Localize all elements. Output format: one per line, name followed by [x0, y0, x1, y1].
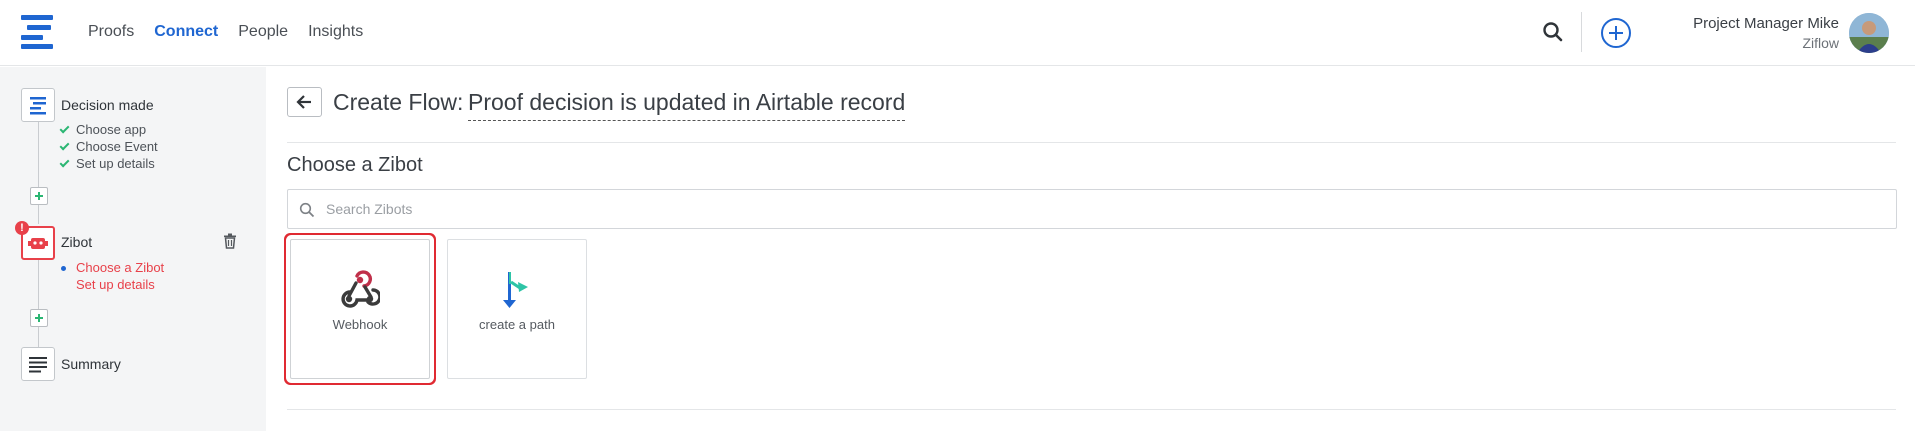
webhook-icon [341, 270, 380, 308]
plus-circle-icon[interactable] [1601, 18, 1631, 48]
nav-people[interactable]: People [238, 23, 288, 41]
step-title-summary[interactable]: Summary [61, 356, 121, 372]
flow-name-field[interactable]: Proof decision is updated in Airtable re… [468, 89, 906, 121]
avatar[interactable] [1849, 13, 1889, 53]
title-divider [287, 142, 1896, 143]
sub-choose-app[interactable]: Choose app [76, 122, 146, 137]
back-button[interactable] [287, 87, 322, 117]
error-icon: ! [15, 221, 29, 235]
bottom-divider [287, 409, 1896, 410]
check-icon [59, 123, 70, 134]
add-step-button[interactable] [30, 187, 48, 205]
step-connector [38, 122, 39, 224]
sub-set-up-details[interactable]: Set up details [76, 156, 155, 171]
sub-choose-event[interactable]: Choose Event [76, 139, 158, 154]
section-title: Choose a Zibot [287, 154, 423, 176]
header-divider [1581, 12, 1582, 52]
step-title-decision[interactable]: Decision made [61, 97, 154, 113]
robot-icon [28, 238, 48, 249]
page-title: Create Flow: [333, 89, 464, 115]
step-title-zibot[interactable]: Zibot [61, 234, 92, 250]
nav-insights[interactable]: Insights [308, 23, 363, 41]
ziflow-logo-icon [30, 97, 46, 115]
sub-choose-zibot[interactable]: Choose a Zibot [76, 260, 164, 275]
list-icon [29, 357, 47, 373]
check-icon [59, 157, 70, 168]
trash-icon[interactable] [223, 233, 237, 249]
path-icon [503, 272, 528, 308]
ziflow-logo-icon[interactable] [19, 15, 55, 49]
card-label-webhook: Webhook [332, 317, 388, 332]
search-icon [299, 202, 315, 218]
current-step-dot [61, 266, 66, 271]
search-input[interactable] [326, 190, 1886, 228]
arrow-left-icon [296, 95, 311, 109]
check-icon [59, 140, 70, 151]
sub-zibot-set-up-details[interactable]: Set up details [76, 277, 155, 292]
top-header: Proofs Connect People Insights Project M… [0, 0, 1915, 66]
step-decision-box[interactable] [21, 88, 55, 122]
user-name[interactable]: Project Manager Mike [1693, 15, 1839, 32]
main-nav: Proofs Connect People Insights [88, 0, 383, 64]
card-label-create-path: create a path [479, 317, 555, 332]
search-icon[interactable] [1541, 20, 1565, 44]
flow-steps-sidebar: Decision made Choose app Choose Event Se… [0, 67, 266, 431]
zibot-card-webhook[interactable]: Webhook [290, 239, 430, 379]
nav-connect[interactable]: Connect [154, 23, 218, 41]
nav-proofs[interactable]: Proofs [88, 23, 134, 41]
add-step-button[interactable] [30, 309, 48, 327]
step-summary-box[interactable] [21, 347, 55, 381]
user-org: Ziflow [1802, 35, 1839, 51]
zibot-card-create-path[interactable]: create a path [447, 239, 587, 379]
zibot-search [287, 189, 1897, 229]
